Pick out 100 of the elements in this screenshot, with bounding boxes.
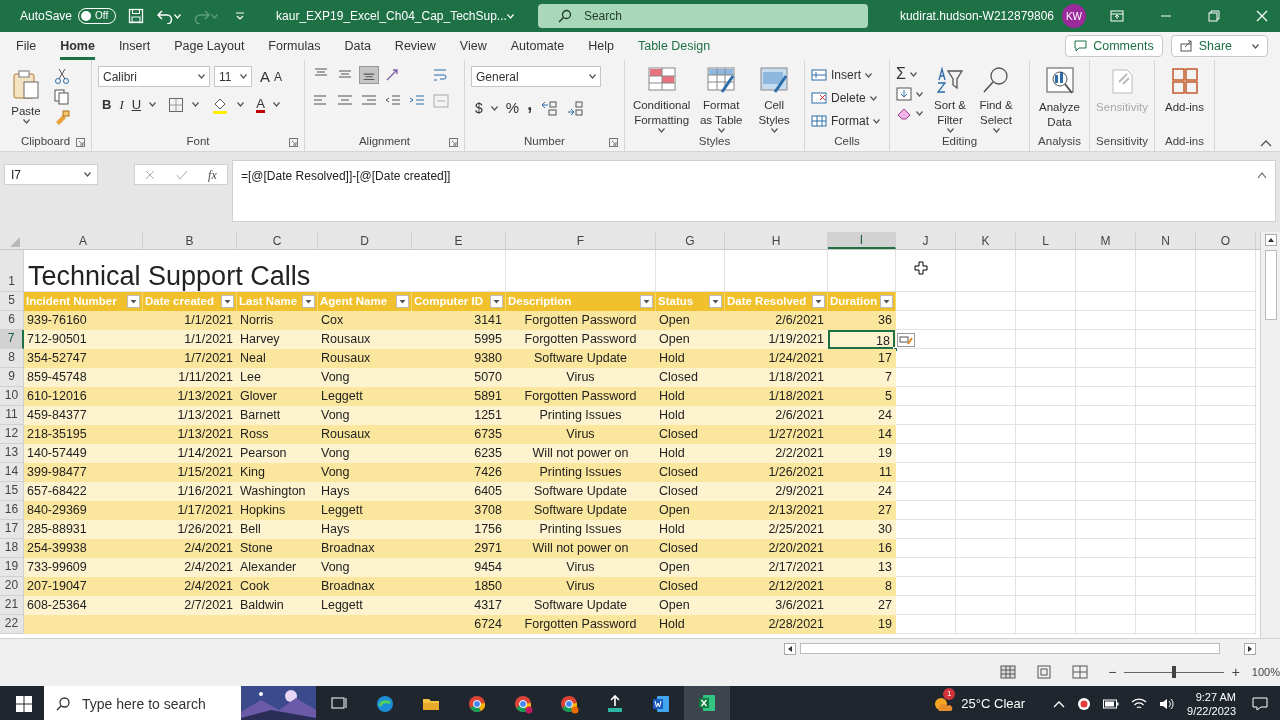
table-cell[interactable]: Closed xyxy=(656,368,724,387)
row-header[interactable]: 22 xyxy=(0,615,24,634)
row-header[interactable]: 17 xyxy=(0,520,24,539)
table-cell[interactable]: Stone xyxy=(237,539,317,558)
column-header[interactable]: L xyxy=(1016,232,1076,249)
font-size-field[interactable]: 11 xyxy=(214,66,252,87)
table-cell[interactable]: 17 xyxy=(828,349,895,368)
table-cell[interactable]: 285-88931 xyxy=(24,520,142,539)
italic-button[interactable]: I xyxy=(119,95,124,115)
row-header[interactable]: 14 xyxy=(0,463,24,482)
empty-cell[interactable] xyxy=(1196,596,1256,615)
table-cell[interactable]: 24 xyxy=(828,482,895,501)
underline-button[interactable]: U xyxy=(131,95,142,115)
table-cell[interactable]: Open xyxy=(656,596,724,615)
table-cell[interactable]: Will not power on xyxy=(506,539,655,558)
table-cell[interactable]: 6724 xyxy=(412,615,505,634)
column-header[interactable]: D xyxy=(318,232,412,249)
table-cell[interactable]: Hold xyxy=(656,406,724,425)
empty-cell[interactable] xyxy=(1196,311,1256,330)
table-cell[interactable]: Rousaux xyxy=(318,425,411,444)
empty-cell[interactable] xyxy=(1136,482,1196,501)
table-cell[interactable]: 459-84377 xyxy=(24,406,142,425)
table-cell[interactable]: Closed xyxy=(656,539,724,558)
row-header[interactable]: 13 xyxy=(0,444,24,463)
zoom-slider[interactable] xyxy=(1124,666,1224,678)
empty-cell[interactable] xyxy=(1076,558,1136,577)
empty-cell[interactable] xyxy=(956,501,1016,520)
empty-cell[interactable] xyxy=(956,482,1016,501)
empty-cell[interactable] xyxy=(1196,406,1256,425)
column-header[interactable]: F xyxy=(506,232,656,249)
table-cell[interactable]: Baldwin xyxy=(237,596,317,615)
table-cell[interactable]: Printing Issues xyxy=(506,463,655,482)
table-cell[interactable] xyxy=(24,615,143,634)
filter-dropdown-icon[interactable] xyxy=(302,295,315,308)
table-cell[interactable]: 1/11/2021 xyxy=(143,368,236,387)
table-cell[interactable]: 610-12016 xyxy=(24,387,142,406)
empty-cell[interactable] xyxy=(1136,520,1196,539)
table-cell[interactable]: 2/13/2021 xyxy=(725,501,827,520)
scroll-left-icon[interactable] xyxy=(784,642,796,655)
wifi-icon[interactable] xyxy=(1131,698,1148,710)
decrease-decimal-icon[interactable] xyxy=(566,100,585,116)
table-cell[interactable]: 24 xyxy=(828,406,895,425)
dialog-launcher-icon[interactable] xyxy=(609,137,618,147)
cut-icon[interactable] xyxy=(54,68,70,84)
empty-cell[interactable] xyxy=(1136,250,1196,292)
table-cell[interactable]: Leggett xyxy=(318,387,411,406)
table-cell[interactable]: Barnett xyxy=(237,406,317,425)
row-header[interactable]: 11 xyxy=(0,406,24,425)
table-cell[interactable]: 1/1/2021 xyxy=(143,330,236,349)
empty-cell[interactable] xyxy=(1016,596,1076,615)
table-cell[interactable]: 2/12/2021 xyxy=(725,577,827,596)
table-cell[interactable]: Closed xyxy=(656,425,724,444)
table-cell[interactable]: 140-57449 xyxy=(24,444,142,463)
table-cell[interactable]: 354-52747 xyxy=(24,349,142,368)
table-cell[interactable]: 14 xyxy=(828,425,895,444)
table-cell[interactable]: 207-19047 xyxy=(24,577,142,596)
table-cell[interactable]: 1/24/2021 xyxy=(725,349,827,368)
row-header[interactable]: 6 xyxy=(0,311,24,330)
dialog-launcher-icon[interactable] xyxy=(289,137,298,147)
table-cell[interactable]: Washington xyxy=(237,482,317,501)
notifications-icon[interactable] xyxy=(1252,697,1268,711)
row-header[interactable]: 9 xyxy=(0,368,24,387)
empty-cell[interactable] xyxy=(1016,387,1076,406)
record-icon[interactable] xyxy=(1077,697,1092,711)
table-cell[interactable]: 36 xyxy=(828,311,895,330)
column-header[interactable]: I xyxy=(828,232,896,249)
empty-cell[interactable] xyxy=(1136,577,1196,596)
table-cell[interactable]: 16 xyxy=(828,539,895,558)
quick-analysis-icon[interactable] xyxy=(897,333,915,347)
table-cell[interactable]: Software Update xyxy=(506,482,655,501)
table-cell[interactable]: 218-35195 xyxy=(24,425,142,444)
font-color-button[interactable]: A xyxy=(256,96,265,113)
table-cell[interactable]: 712-90501 xyxy=(24,330,142,349)
table-cell[interactable]: 19 xyxy=(828,615,895,634)
table-cell[interactable]: 1/13/2021 xyxy=(143,425,236,444)
table-cell[interactable]: Vong xyxy=(318,463,411,482)
empty-cell[interactable] xyxy=(1136,463,1196,482)
table-cell[interactable]: Will not power on xyxy=(506,444,655,463)
table-cell[interactable]: 1/13/2021 xyxy=(143,387,236,406)
table-cell[interactable]: 2/6/2021 xyxy=(725,311,827,330)
ribbon-tab[interactable]: File xyxy=(16,32,37,60)
table-cell[interactable]: Hopkins xyxy=(237,501,317,520)
empty-cell[interactable] xyxy=(1016,368,1076,387)
search-field[interactable]: Search xyxy=(537,4,868,28)
ribbon-tab[interactable]: Table Design xyxy=(637,32,711,60)
enter-icon[interactable] xyxy=(175,169,188,180)
empty-cell[interactable] xyxy=(1196,292,1256,311)
empty-cell[interactable] xyxy=(1136,596,1196,615)
empty-cell[interactable] xyxy=(1076,425,1136,444)
table-cell[interactable]: 2/28/2021 xyxy=(725,615,827,634)
table-cell[interactable]: Bell xyxy=(237,520,317,539)
empty-cell[interactable] xyxy=(956,577,1016,596)
column-header[interactable]: C xyxy=(237,232,318,249)
table-cell[interactable]: 3/6/2021 xyxy=(725,596,827,615)
table-cell[interactable]: 2/25/2021 xyxy=(725,520,827,539)
currency-button[interactable]: $ xyxy=(475,97,483,119)
format-as-table-button[interactable]: Format as Table xyxy=(696,66,747,133)
ribbon-tab[interactable]: Formulas xyxy=(268,32,321,60)
table-cell[interactable]: Vong xyxy=(318,406,411,425)
table-cell[interactable]: 8 xyxy=(828,577,895,596)
